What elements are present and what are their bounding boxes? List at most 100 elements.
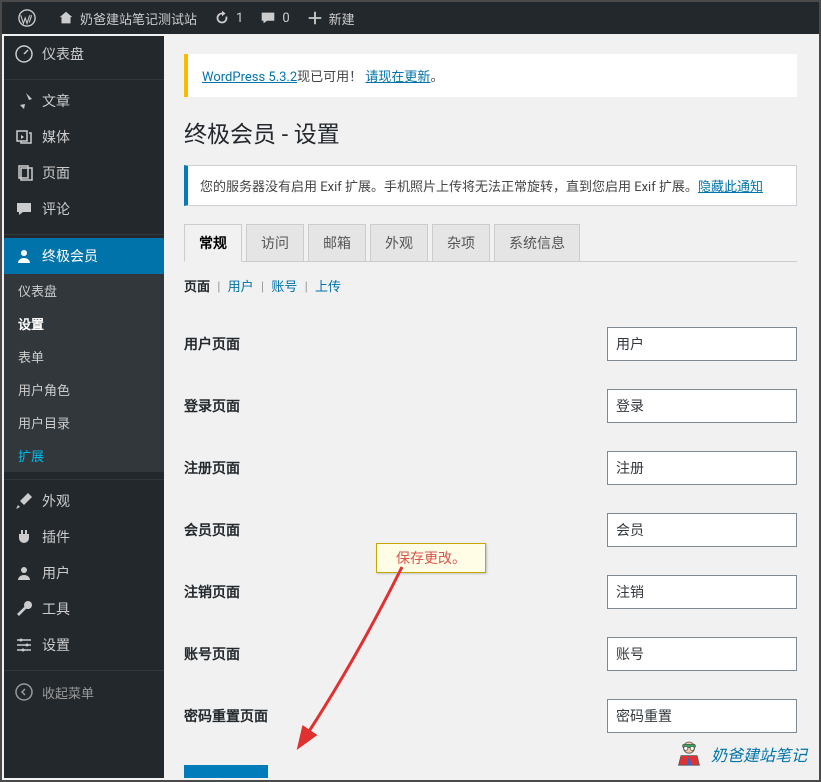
annotation-callout: 保存更改。: [376, 543, 486, 573]
menu-um-label: 终极会员: [42, 246, 98, 266]
logout-page-select[interactable]: 注销: [607, 575, 797, 609]
menu-posts-label: 文章: [42, 91, 70, 111]
settings-tabs: 常规 访问 邮箱 外观 杂项 系统信息: [184, 224, 797, 262]
update-notice: WordPress 5.3.2现已可用！ 请现在更新。: [184, 54, 797, 97]
update-notice-text: 现已可用！: [297, 70, 362, 85]
page-icon: [14, 163, 34, 183]
login-page-label: 登录页面: [184, 396, 404, 416]
members-page-select[interactable]: 会员: [607, 513, 797, 547]
comments-link[interactable]: 0: [251, 2, 297, 34]
comment-icon: [259, 9, 277, 27]
wp-version-link[interactable]: WordPress 5.3.2: [202, 70, 297, 85]
menu-dashboard-label: 仪表盘: [42, 44, 84, 64]
menu-separator: [4, 475, 164, 480]
pin-icon: [14, 91, 34, 111]
tab-general[interactable]: 常规: [184, 224, 242, 262]
menu-comments[interactable]: 评论: [4, 191, 164, 227]
collapse-menu[interactable]: 收起菜单: [4, 674, 164, 710]
menu-tools-label: 工具: [42, 599, 70, 619]
menu-separator: [4, 230, 164, 235]
sub-forms[interactable]: 表单: [4, 340, 164, 373]
media-icon: [14, 127, 34, 147]
logout-page-label: 注销页面: [184, 582, 404, 602]
menu-posts[interactable]: 文章: [4, 83, 164, 119]
submenu-ultimate-member: 仪表盘 设置 表单 用户角色 用户目录 扩展: [4, 274, 164, 472]
password-reset-page-label: 密码重置页面: [184, 706, 404, 726]
menu-pages[interactable]: 页面: [4, 155, 164, 191]
admin-sidebar: 仪表盘 文章 媒体 页面 评论 终极会员 仪表盘 设置 表单 用户角色 用户目录…: [4, 36, 164, 778]
menu-pages-label: 页面: [42, 163, 70, 183]
account-page-label: 账号页面: [184, 644, 404, 664]
menu-media[interactable]: 媒体: [4, 119, 164, 155]
menu-users-label: 用户: [42, 563, 70, 583]
menu-users[interactable]: 用户: [4, 555, 164, 591]
new-content[interactable]: 新建: [298, 2, 363, 34]
plug-icon: [14, 527, 34, 547]
tab-appearance[interactable]: 外观: [370, 224, 428, 261]
subtab-account[interactable]: 账号: [271, 280, 297, 295]
menu-settings[interactable]: 设置: [4, 627, 164, 663]
menu-plugins[interactable]: 插件: [4, 519, 164, 555]
menu-separator: [4, 666, 164, 671]
sub-user-directory[interactable]: 用户目录: [4, 406, 164, 439]
menu-tools[interactable]: 工具: [4, 591, 164, 627]
page-title: 终极会员 - 设置: [184, 115, 797, 149]
wrench-icon: [14, 599, 34, 619]
home-icon: [57, 9, 75, 27]
menu-media-label: 媒体: [42, 127, 70, 147]
subtab-pages[interactable]: 页面: [184, 280, 210, 295]
account-page-select[interactable]: 账号: [607, 637, 797, 671]
comment-icon: [14, 199, 34, 219]
sub-tabs: 页面 | 用户 | 账号 | 上传: [184, 262, 797, 313]
register-page-label: 注册页面: [184, 458, 404, 478]
members-page-label: 会员页面: [184, 520, 404, 540]
watermark: 奶爸建站笔记: [673, 738, 807, 770]
settings-form: 用户页面 用户 登录页面 登录 注册页面 注册 会员页面 会员 注销页面 注销 …: [184, 313, 797, 778]
dismiss-notice-link[interactable]: 隐藏此通知: [698, 180, 763, 195]
tab-email[interactable]: 邮箱: [308, 224, 366, 261]
site-name-label: 奶爸建站笔记测试站: [80, 9, 197, 28]
updates-link[interactable]: 1: [205, 2, 251, 34]
sliders-icon: [14, 635, 34, 655]
menu-dashboard[interactable]: 仪表盘: [4, 36, 164, 72]
new-label: 新建: [329, 9, 355, 28]
tab-misc[interactable]: 杂项: [432, 224, 490, 261]
sub-extensions[interactable]: 扩展: [4, 439, 164, 472]
menu-settings-label: 设置: [42, 635, 70, 655]
subtab-uploads[interactable]: 上传: [315, 280, 341, 295]
user-page-select[interactable]: 用户: [607, 327, 797, 361]
site-home[interactable]: 奶爸建站笔记测试站: [49, 2, 205, 34]
menu-appearance-label: 外观: [42, 491, 70, 511]
collapse-icon: [14, 682, 34, 702]
password-reset-page-select[interactable]: 密码重置: [607, 699, 797, 733]
menu-ultimate-member[interactable]: 终极会员: [4, 238, 164, 274]
menu-separator: [4, 75, 164, 80]
update-now-link[interactable]: 请现在更新: [365, 70, 430, 85]
register-page-select[interactable]: 注册: [607, 451, 797, 485]
menu-appearance[interactable]: 外观: [4, 483, 164, 519]
menu-comments-label: 评论: [42, 199, 70, 219]
user-page-label: 用户页面: [184, 334, 404, 354]
tab-access[interactable]: 访问: [246, 224, 304, 261]
save-changes-button[interactable]: 保存更改: [184, 765, 268, 778]
watermark-icon: [673, 738, 705, 770]
menu-plugins-label: 插件: [42, 527, 70, 547]
tab-sysinfo[interactable]: 系统信息: [494, 224, 580, 261]
sub-user-roles[interactable]: 用户角色: [4, 373, 164, 406]
login-page-select[interactable]: 登录: [607, 389, 797, 423]
watermark-text: 奶爸建站笔记: [711, 742, 807, 766]
comments-count: 0: [282, 11, 289, 26]
main-content: WordPress 5.3.2现已可用！ 请现在更新。 终极会员 - 设置 您的…: [164, 36, 817, 778]
sub-settings[interactable]: 设置: [4, 307, 164, 340]
exif-notice: 您的服务器没有启用 Exif 扩展。手机照片上传将无法正常旋转，直到您启用 Ex…: [184, 165, 797, 206]
user-icon: [14, 563, 34, 583]
admin-toolbar: 奶爸建站笔记测试站 1 0 新建: [2, 2, 819, 34]
user-icon: [14, 246, 34, 266]
updates-count: 1: [236, 11, 243, 26]
sub-dashboard[interactable]: 仪表盘: [4, 274, 164, 307]
subtab-users[interactable]: 用户: [228, 280, 254, 295]
wordpress-icon: [18, 9, 36, 27]
wp-logo[interactable]: [10, 2, 49, 34]
collapse-label: 收起菜单: [42, 683, 94, 702]
refresh-icon: [213, 9, 231, 27]
